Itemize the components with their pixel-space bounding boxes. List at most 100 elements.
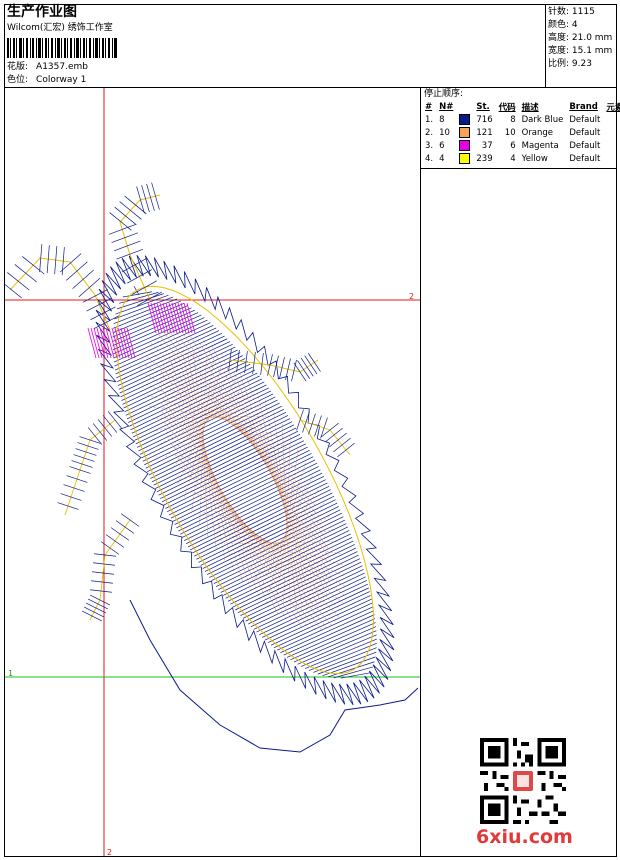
brand: Default — [569, 153, 601, 164]
design-width: 宽度: 15.1 mm — [548, 46, 613, 56]
needle-number: 6 — [439, 140, 445, 151]
satin-stitch — [277, 606, 374, 651]
antenna-stitch — [108, 224, 136, 235]
leg-stitch — [82, 610, 102, 622]
satin-stitch — [122, 349, 238, 405]
satin-stitch — [304, 638, 377, 669]
color-description: Magenta — [521, 140, 559, 151]
satin-stitch — [170, 449, 310, 519]
table-header-row: # N# St. 代码 描述 Brand 元素 — [422, 101, 620, 113]
leg-stitch — [92, 423, 108, 441]
row-index: 2. — [425, 127, 434, 138]
color-code: 4 — [510, 153, 516, 164]
antenna-stitch — [113, 240, 141, 252]
satin-stitch — [158, 427, 297, 496]
leg-stitch — [105, 534, 125, 548]
satin-stitch — [117, 335, 225, 386]
satin-stitch — [155, 421, 293, 489]
design-stats: 针数: 1115 颜色: 4 高度: 21.0 mm 宽度: 15.1 mm 比… — [548, 6, 612, 71]
leg-stitch — [57, 502, 79, 510]
stitch-count: 121 — [476, 127, 493, 138]
leg-stitch — [107, 411, 123, 429]
satin-stitch — [301, 634, 377, 667]
leg-stitch — [86, 602, 106, 614]
axis-label-bottom: 2 — [107, 848, 113, 857]
border-zigzag — [95, 254, 395, 706]
leg-stitch — [66, 475, 88, 483]
leg-stitch — [325, 427, 343, 443]
leg-stitch — [79, 436, 101, 444]
stitch-count: 716 — [476, 114, 493, 125]
row-index: 4. — [425, 153, 434, 164]
satin-stitch — [213, 519, 346, 584]
leg-stitch — [337, 442, 355, 458]
leg-stitch — [321, 422, 339, 438]
table-row: 3. 6 37 6 Magenta Default — [422, 139, 620, 152]
satin-stitch — [114, 322, 211, 367]
watermark-brand: 6xiu.com — [476, 826, 573, 848]
column-header: Brand — [569, 102, 598, 112]
satin-stitch — [290, 622, 376, 661]
leg-stitch — [69, 466, 91, 474]
satin-stitch — [283, 614, 375, 656]
antenna-stitch — [72, 269, 94, 289]
barcode — [7, 38, 117, 58]
leg-stitch — [97, 419, 113, 437]
leg-stitch — [115, 520, 135, 534]
column-header — [456, 101, 473, 113]
color-description: Dark Blue — [521, 114, 564, 125]
color-swatch — [459, 114, 471, 125]
leg-stitch — [333, 437, 351, 453]
stop-sequence-table: # N# St. 代码 描述 Brand 元素 1. 8 716 8 Dark … — [422, 101, 620, 165]
satin-stitch — [215, 523, 347, 587]
table-row: 2. 10 121 10 Orange Default — [422, 126, 620, 139]
color-code: 8 — [510, 114, 516, 125]
axis-label-right: 2 — [409, 292, 415, 301]
leg-stitch — [73, 454, 95, 462]
needle-number: 10 — [439, 127, 450, 138]
satin-stitch — [248, 569, 364, 625]
stats-divider — [545, 4, 546, 87]
satin-stitch — [256, 580, 367, 633]
leg-stitch — [120, 513, 140, 527]
satin-stitch — [112, 302, 185, 334]
antenna-stitch — [5, 284, 22, 299]
satin-stitch — [150, 412, 287, 479]
satin-stitch — [198, 495, 335, 563]
satin-stitch — [220, 530, 350, 593]
design-label: 花版: — [7, 62, 29, 72]
satin-stitch — [178, 462, 318, 532]
leg-stitch — [300, 357, 314, 377]
satin-stitch — [141, 393, 274, 459]
leg-stitch — [88, 598, 108, 610]
cockroach-design — [5, 182, 419, 753]
stitch-count: 239 — [476, 153, 493, 164]
satin-stitch — [118, 338, 228, 390]
leg-stitch — [329, 432, 347, 448]
satin-stitch — [240, 558, 361, 616]
leg-stitch — [75, 448, 97, 456]
leg-stitch — [63, 484, 85, 492]
leg-stitch — [102, 415, 118, 433]
design-height: 高度: 21.0 mm — [548, 33, 613, 43]
axis-label-left: 1 — [8, 669, 14, 678]
column-header: N# — [439, 102, 454, 112]
needle-number: 4 — [439, 153, 445, 164]
colorway-info: 色位: Colorway 1 — [7, 75, 86, 86]
brand: Default — [569, 114, 601, 125]
leg-stitch — [296, 409, 304, 431]
satin-stitch — [156, 424, 295, 493]
satin-stitch — [132, 375, 260, 438]
leg-stitch — [84, 606, 104, 618]
leg-stitch — [297, 360, 310, 379]
column-header: 描述 — [521, 103, 539, 113]
leg-stitch — [293, 362, 307, 382]
company-name: Wilcom(汇宏) 绣饰工作室 — [7, 23, 113, 33]
leg-core — [89, 519, 131, 621]
brand: Default — [569, 140, 601, 151]
page-title: 生产作业图 — [7, 4, 77, 20]
satin-stitch — [225, 537, 353, 599]
satin-stitch — [167, 443, 306, 512]
design-info: 花版: A1357.emb — [7, 62, 88, 73]
leg-stitch — [308, 353, 321, 372]
